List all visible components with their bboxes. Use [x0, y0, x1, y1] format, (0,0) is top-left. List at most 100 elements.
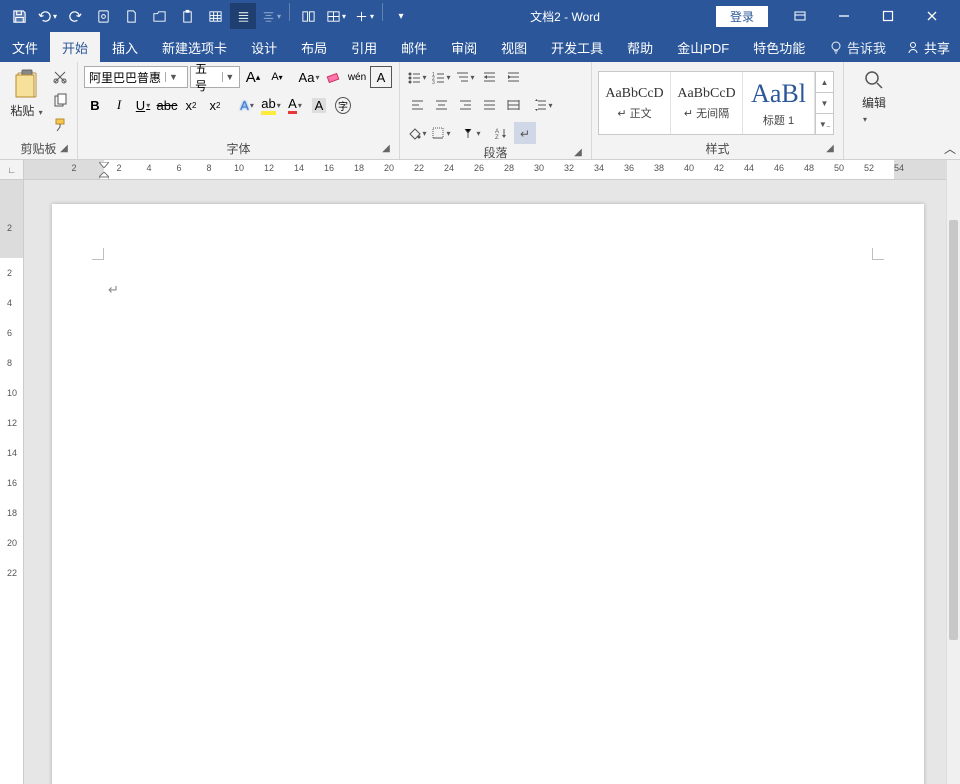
font-size-combo[interactable]: 五号▼ — [190, 66, 240, 88]
qat-more-icon[interactable]: ▾ — [388, 3, 414, 29]
tab-special[interactable]: 特色功能 — [741, 32, 817, 62]
paragraph-launcher-icon[interactable]: ◢ — [571, 147, 585, 161]
bold-button[interactable]: B — [84, 94, 106, 116]
login-button[interactable]: 登录 — [716, 6, 768, 27]
show-marks-button[interactable]: ↵ — [514, 122, 536, 144]
justify-button[interactable] — [478, 94, 500, 116]
table-qat-icon[interactable] — [202, 3, 228, 29]
table2-icon[interactable]: ▾ — [323, 3, 349, 29]
outline-view-icon[interactable] — [230, 3, 256, 29]
tab-design[interactable]: 设计 — [239, 32, 289, 62]
chevron-down-icon[interactable]: ▼ — [222, 72, 237, 82]
cut-button[interactable] — [49, 66, 71, 88]
tab-file[interactable]: 文件 — [0, 32, 50, 62]
tab-view[interactable]: 视图 — [489, 32, 539, 62]
superscript-button[interactable]: x2 — [204, 94, 226, 116]
sort-button[interactable]: AZ — [490, 122, 512, 144]
style-scroll-down-icon[interactable]: ▼ — [816, 93, 833, 114]
asian-layout-button[interactable]: ▾ — [460, 122, 482, 144]
vertical-scrollbar[interactable] — [946, 160, 960, 784]
chevron-down-icon[interactable]: ▼ — [165, 72, 181, 82]
grow-font-button[interactable]: A▴ — [242, 66, 264, 88]
undo-icon[interactable]: ▾ — [34, 3, 60, 29]
document-viewport[interactable]: ↵ — [24, 180, 946, 784]
close-icon[interactable] — [910, 0, 954, 32]
svg-text:3: 3 — [432, 80, 435, 84]
open-icon[interactable] — [146, 3, 172, 29]
tab-developer[interactable]: 开发工具 — [539, 32, 615, 62]
line-spacing-button[interactable]: ▾ — [532, 94, 554, 116]
phonetic-guide-button[interactable]: wén — [346, 66, 368, 88]
ribbon-options-icon[interactable] — [778, 0, 822, 32]
char-border-button[interactable]: A — [370, 66, 392, 88]
tab-pdf[interactable]: 金山PDF — [665, 32, 741, 62]
underline-button[interactable]: U▾ — [132, 94, 154, 116]
maximize-icon[interactable] — [866, 0, 910, 32]
insert-obj-icon[interactable]: ▾ — [351, 3, 377, 29]
strike-button[interactable]: abc — [156, 94, 178, 116]
tab-insert[interactable]: 插入 — [100, 32, 150, 62]
minimize-icon[interactable] — [822, 0, 866, 32]
scrollbar-thumb[interactable] — [949, 220, 958, 640]
group-font-label: 字体 — [226, 142, 250, 156]
decrease-indent-button[interactable] — [478, 66, 500, 88]
share-button[interactable]: 共享 — [896, 32, 960, 62]
change-case-button[interactable]: Aa▾ — [298, 66, 320, 88]
style-normal[interactable]: AaBbCcD ↵ 正文 — [599, 72, 671, 134]
style-heading1[interactable]: AaBl 标题 1 — [743, 72, 815, 134]
columns-icon[interactable] — [295, 3, 321, 29]
margin-marker-tr — [872, 248, 884, 260]
align-center-button[interactable] — [430, 94, 452, 116]
paste-qat-icon[interactable] — [174, 3, 200, 29]
page[interactable]: ↵ — [52, 204, 924, 784]
redo-icon[interactable] — [62, 3, 88, 29]
align-left-button[interactable] — [406, 94, 428, 116]
group-styles-label: 样式 — [705, 142, 729, 156]
tab-help[interactable]: 帮助 — [615, 32, 665, 62]
tab-home[interactable]: 开始 — [50, 32, 100, 62]
char-shading-button[interactable]: A — [308, 94, 330, 116]
title-bar: ▾ ▾ ▾ ▾ ▾ 文档2 - Word 登录 — [0, 0, 960, 32]
text-effect-button[interactable]: A▾ — [236, 94, 258, 116]
tab-layout[interactable]: 布局 — [289, 32, 339, 62]
multilevel-button[interactable]: ▾ — [454, 66, 476, 88]
tab-references[interactable]: 引用 — [339, 32, 389, 62]
find-button[interactable]: 编辑▾ — [852, 66, 896, 125]
tab-newtab[interactable]: 新建选项卡 — [150, 32, 239, 62]
horizontal-ruler[interactable]: 2246810121416182022242628303234363840424… — [24, 160, 946, 180]
new-doc-icon[interactable] — [118, 3, 144, 29]
font-name-combo[interactable]: 阿里巴巴普惠▼ — [84, 66, 188, 88]
enclose-char-button[interactable]: 字 — [332, 94, 354, 116]
tab-selector[interactable]: ∟ — [0, 160, 24, 180]
clipboard-launcher-icon[interactable]: ◢ — [57, 143, 71, 157]
shading-button[interactable]: ▾ — [406, 122, 428, 144]
clear-format-button[interactable] — [322, 66, 344, 88]
style-nospacing[interactable]: AaBbCcD ↵ 无间隔 — [671, 72, 743, 134]
subscript-button[interactable]: x2 — [180, 94, 202, 116]
font-launcher-icon[interactable]: ◢ — [379, 143, 393, 157]
align-para-icon[interactable]: ▾ — [258, 3, 284, 29]
vertical-ruler[interactable]: 2246810121416182022 — [0, 180, 24, 784]
paste-button[interactable]: 粘贴 ▾ — [6, 66, 47, 119]
font-color-button[interactable]: A▾ — [284, 94, 306, 116]
format-painter-button[interactable] — [49, 114, 71, 136]
distributed-button[interactable] — [502, 94, 524, 116]
copy-button[interactable] — [49, 90, 71, 112]
shrink-font-button[interactable]: A▾ — [266, 66, 288, 88]
bullets-button[interactable]: ▾ — [406, 66, 428, 88]
align-right-button[interactable] — [454, 94, 476, 116]
tell-me-input[interactable]: 告诉我 — [819, 32, 896, 62]
tab-review[interactable]: 审阅 — [439, 32, 489, 62]
borders-button[interactable]: ▾ — [430, 122, 452, 144]
style-expand-icon[interactable]: ▼_ — [816, 114, 833, 134]
tab-mailings[interactable]: 邮件 — [389, 32, 439, 62]
styles-launcher-icon[interactable]: ◢ — [823, 143, 837, 157]
numbering-button[interactable]: 123▾ — [430, 66, 452, 88]
touch-mode-icon[interactable] — [90, 3, 116, 29]
save-icon[interactable] — [6, 3, 32, 29]
italic-button[interactable]: I — [108, 94, 130, 116]
style-scroll-up-icon[interactable]: ▲ — [816, 72, 833, 93]
collapse-ribbon-icon[interactable]: ︿ — [944, 140, 956, 157]
highlight-button[interactable]: ab▾ — [260, 94, 282, 116]
increase-indent-button[interactable] — [502, 66, 524, 88]
